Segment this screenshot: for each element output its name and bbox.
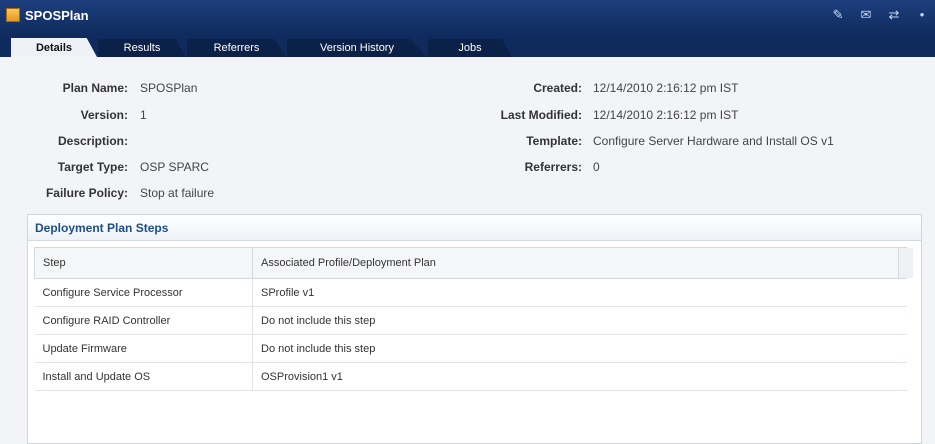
profile-cell: SProfile v1 — [252, 278, 907, 307]
referrers-value: 0 — [593, 160, 600, 174]
tab-details[interactable]: Details — [11, 38, 97, 57]
tab-version-history[interactable]: Version History — [287, 39, 427, 57]
version-value: 1 — [140, 108, 147, 122]
page-title: SPOSPlan — [25, 8, 89, 23]
header-toolbar: ✎ ✉ ⇄ • — [829, 7, 931, 23]
table-row[interactable]: Configure RAID Controller Do not include… — [34, 306, 907, 335]
template-label: Template: — [526, 134, 582, 148]
tab-jobs[interactable]: Jobs — [428, 39, 512, 57]
tab-label: Referrers — [213, 42, 260, 54]
panel-title: Deployment Plan Steps — [35, 221, 169, 235]
last-modified-value: 12/14/2010 2:16:12 pm IST — [593, 108, 739, 122]
table-row[interactable]: Configure Service Processor SProfile v1 — [34, 278, 907, 307]
target-type-value: OSP SPARC — [140, 160, 209, 174]
plan-icon — [6, 8, 20, 22]
description-label: Description: — [57, 134, 128, 148]
template-value: Configure Server Hardware and Install OS… — [593, 134, 834, 148]
failure-policy-value: Stop at failure — [140, 186, 215, 200]
details-content: Plan Name: SPOSPlan Version: 1 Descripti… — [0, 57, 935, 444]
version-label: Version: — [80, 108, 128, 122]
plan-name-value: SPOSPlan — [140, 81, 198, 95]
profile-cell: Do not include this step — [252, 306, 907, 335]
column-header-step[interactable]: Step — [34, 247, 253, 279]
steps-table: Step Associated Profile/Deployment Plan … — [34, 247, 907, 391]
tab-label: Jobs — [458, 42, 482, 54]
profile-cell: Do not include this step — [252, 334, 907, 363]
target-type-label: Target Type: — [57, 160, 128, 174]
profile-cell: OSProvision1 v1 — [252, 362, 907, 391]
last-modified-label: Last Modified: — [500, 108, 582, 122]
tab-referrers[interactable]: Referrers — [187, 39, 286, 57]
tab-label: Version History — [320, 42, 394, 54]
created-label: Created: — [533, 81, 582, 95]
more-icon[interactable]: • — [913, 7, 931, 23]
tab-label: Details — [35, 42, 73, 54]
step-cell: Update Firmware — [34, 334, 253, 363]
table-row[interactable]: Install and Update OS OSProvision1 v1 — [34, 362, 907, 391]
plan-name-label: Plan Name: — [62, 81, 128, 95]
edit-plan-icon[interactable]: ✎ — [829, 7, 847, 23]
table-header-row: Step Associated Profile/Deployment Plan — [34, 247, 907, 279]
column-header-associated-profile[interactable]: Associated Profile/Deployment Plan — [252, 247, 907, 279]
tab-bar: Details Results Referrers Version Histor… — [0, 37, 935, 57]
deployment-steps-panel: Deployment Plan Steps Step Associated Pr… — [27, 214, 922, 444]
table-scroll-column[interactable] — [898, 248, 913, 278]
failure-policy-label: Failure Policy: — [45, 186, 128, 200]
email-icon[interactable]: ✉ — [857, 7, 875, 23]
app-header: SPOSPlan ✎ ✉ ⇄ • — [0, 0, 935, 37]
step-cell: Configure Service Processor — [34, 278, 253, 307]
table-row[interactable]: Update Firmware Do not include this step — [34, 334, 907, 363]
panel-header: Deployment Plan Steps — [28, 215, 921, 241]
tab-results[interactable]: Results — [98, 39, 186, 57]
step-cell: Install and Update OS — [34, 362, 253, 391]
referrers-label: Referrers: — [524, 160, 582, 174]
created-value: 12/14/2010 2:16:12 pm IST — [593, 81, 739, 95]
transfer-icon[interactable]: ⇄ — [885, 7, 903, 23]
step-cell: Configure RAID Controller — [34, 306, 253, 335]
tab-label: Results — [123, 42, 161, 54]
